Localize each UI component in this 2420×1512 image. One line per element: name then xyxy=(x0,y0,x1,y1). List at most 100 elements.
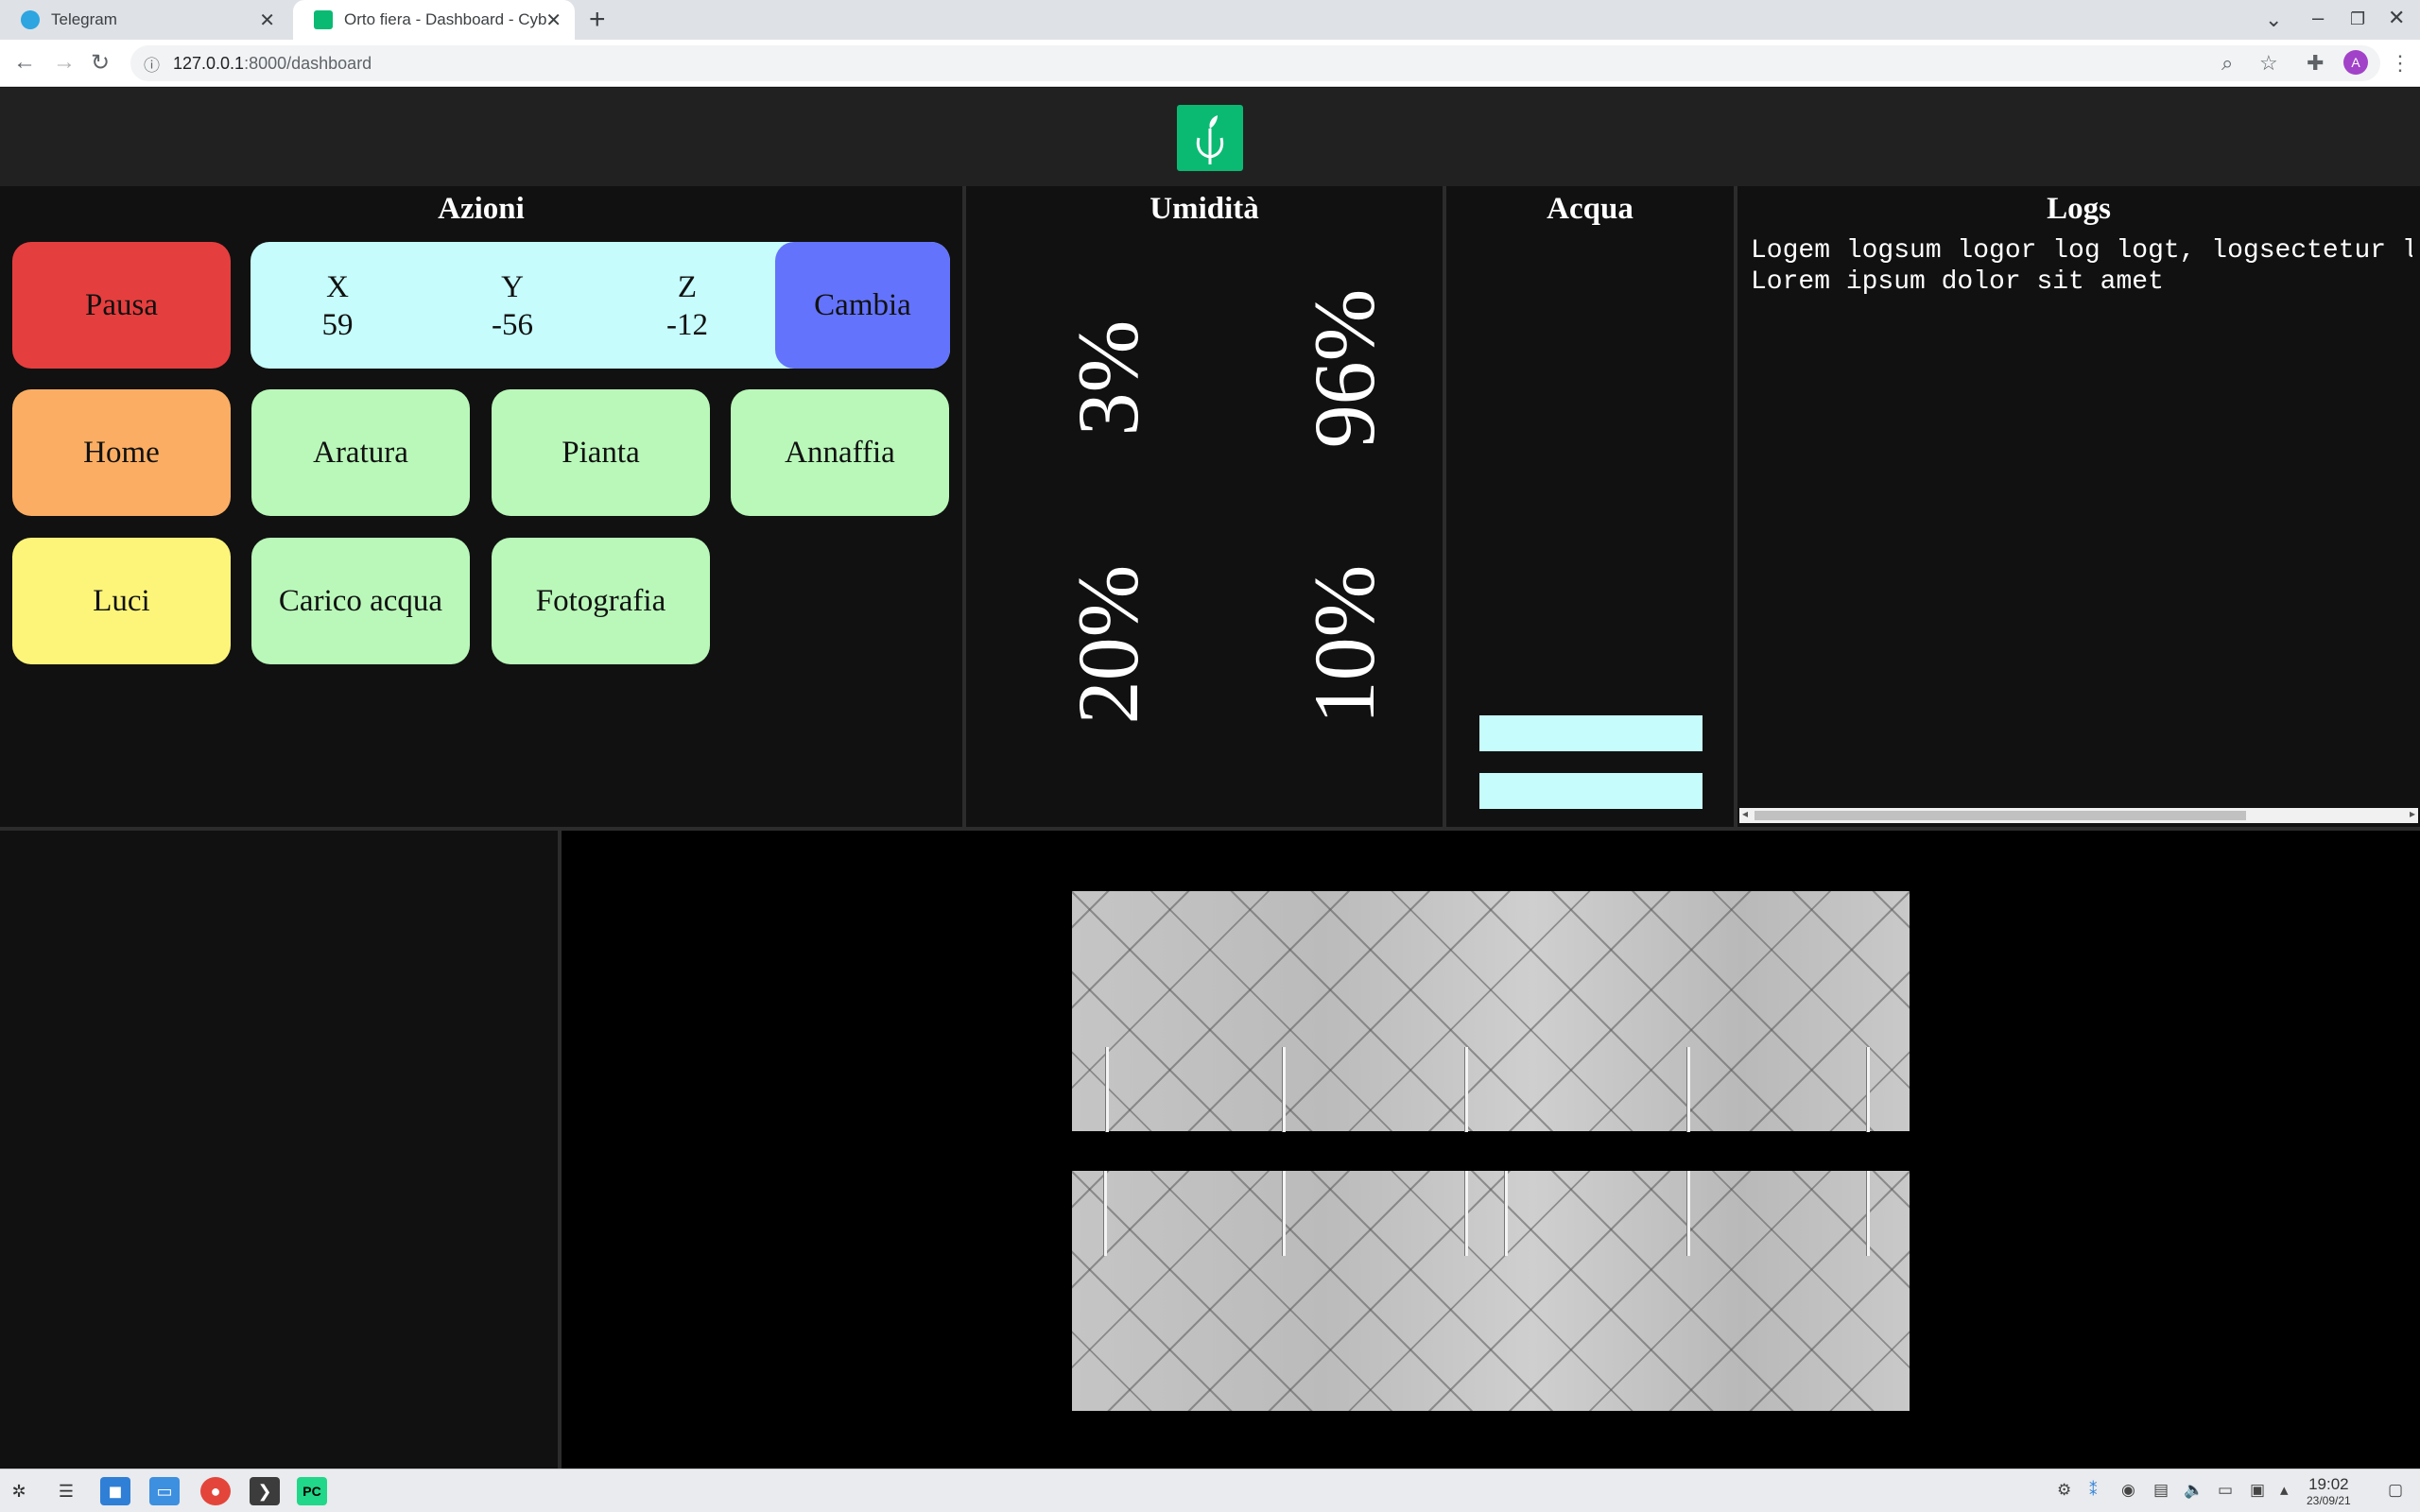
plant-stake xyxy=(1686,1047,1690,1132)
plant-stake xyxy=(1282,1047,1286,1132)
site-info-icon[interactable]: ⓘ xyxy=(144,52,160,76)
humidity-value: 10% xyxy=(1296,564,1392,725)
url-path: :8000/dashboard xyxy=(244,53,372,73)
cambia-button[interactable]: Cambia xyxy=(775,242,950,369)
minimize-icon[interactable]: – xyxy=(2312,6,2324,30)
zoom-icon[interactable]: ⌕ xyxy=(2221,51,2233,76)
close-icon[interactable]: ✕ xyxy=(259,9,275,32)
coord-z-value: -12 xyxy=(666,308,708,342)
humidity-value: 20% xyxy=(1060,564,1156,725)
plant-stake xyxy=(1464,1047,1468,1132)
telegram-icon xyxy=(21,10,40,29)
humidity-value: 3% xyxy=(1060,319,1156,437)
fotografia-button[interactable]: Fotografia xyxy=(492,538,710,664)
aratura-button[interactable]: Aratura xyxy=(251,389,470,516)
tab-telegram[interactable]: Telegram ✕ xyxy=(0,0,288,40)
coord-x: X 59 xyxy=(281,268,394,344)
acqua-title: Acqua xyxy=(1547,192,1634,226)
tab-title: Telegram xyxy=(51,10,117,28)
browser-tab-bar: Telegram ✕ Orto fiera - Dashboard - Cyb … xyxy=(0,0,2420,40)
empty-panel xyxy=(0,831,558,1469)
logs-title: Logs xyxy=(2047,192,2111,226)
security-tray-icon[interactable]: ◉ xyxy=(2121,1481,2135,1500)
pianta-button[interactable]: Pianta xyxy=(492,389,710,516)
coord-x-label: X xyxy=(326,270,349,304)
window-close-icon[interactable]: ✕ xyxy=(2388,6,2405,30)
chrome-icon[interactable]: ● xyxy=(200,1477,231,1505)
plant-stake xyxy=(1464,1171,1468,1256)
tab-title: Orto fiera - Dashboard - Cyb xyxy=(344,10,547,28)
battery-icon[interactable]: ▭ xyxy=(2218,1481,2233,1500)
coordinates-display: X 59 Y -56 Z -12 Cambia xyxy=(251,242,950,369)
terminal-icon[interactable]: ❯ xyxy=(250,1477,280,1505)
network-tray-icon[interactable]: ⚙ xyxy=(2057,1481,2071,1500)
ime-tray-icon[interactable]: ⁑ xyxy=(2089,1481,2098,1500)
scroll-left-icon[interactable]: ◂ xyxy=(1742,807,1748,820)
plant-stake xyxy=(1866,1047,1870,1132)
profile-avatar[interactable]: A xyxy=(2343,50,2368,75)
logs-content: Logem logsum logor log logt, logsectetur… xyxy=(1751,236,2412,297)
humidity-value: 96% xyxy=(1296,288,1392,449)
azioni-panel: Azioni Pausa X 59 Y -56 Z -12 Cambia Hom… xyxy=(0,186,962,827)
dashboard-page: Azioni Pausa X 59 Y -56 Z -12 Cambia Hom… xyxy=(0,88,2420,1469)
plant-stake xyxy=(1103,1171,1107,1256)
water-level-bar xyxy=(1479,773,1703,809)
coord-y-label: Y xyxy=(501,270,524,304)
home-button[interactable]: Home xyxy=(12,389,231,516)
azioni-title: Azioni xyxy=(438,192,525,226)
coord-y-value: -56 xyxy=(492,308,533,342)
scroll-right-icon[interactable]: ▸ xyxy=(2410,807,2415,820)
new-tab-button[interactable]: + xyxy=(589,4,606,36)
store-icon[interactable]: ◼ xyxy=(100,1477,130,1505)
tab-dashboard[interactable]: Orto fiera - Dashboard - Cyb ✕ xyxy=(293,0,575,40)
app-launcher-icon[interactable]: ✲ xyxy=(4,1477,34,1505)
luci-button[interactable]: Luci xyxy=(12,538,231,664)
menu-icon[interactable]: ⋮ xyxy=(2390,51,2411,76)
url-host: 127.0.0.1 xyxy=(173,53,245,73)
clock[interactable]: 19:02 23/09/21 xyxy=(2307,1475,2351,1507)
plant-stake xyxy=(1686,1171,1690,1256)
os-taskbar: ✲ ☰ ◼ ▭ ● ❯ PC ⚙ ⁑ ◉ ▤ 🔈 ▭ ▣ ▴ 19:02 23/… xyxy=(0,1469,2420,1512)
forward-icon[interactable]: → xyxy=(53,49,76,76)
plant-stake xyxy=(1105,1047,1109,1132)
scrollbar-thumb[interactable] xyxy=(1754,811,2246,820)
plant-stake xyxy=(1866,1171,1870,1256)
coord-y: Y -56 xyxy=(456,268,569,344)
pause-button[interactable]: Pausa xyxy=(12,242,231,369)
address-bar[interactable]: ⓘ 127.0.0.1:8000/dashboard xyxy=(130,45,2380,81)
task-manager-icon[interactable]: ☰ xyxy=(51,1477,81,1505)
show-desktop-icon[interactable]: ▢ xyxy=(2388,1481,2403,1500)
umidita-panel: Umidità 3% 96% 20% 10% xyxy=(966,186,1443,827)
camera-image xyxy=(1072,891,1910,1132)
pycharm-icon[interactable]: PC xyxy=(297,1477,327,1505)
logs-horizontal-scrollbar[interactable]: ◂ ▸ xyxy=(1739,807,2418,823)
restore-icon[interactable]: ❐ xyxy=(2350,9,2365,29)
plant-logo-icon[interactable] xyxy=(1177,105,1243,171)
extensions-icon[interactable]: ✚ xyxy=(2307,51,2324,76)
plant-stake xyxy=(1504,1171,1508,1256)
acqua-panel: Acqua xyxy=(1446,186,1734,827)
annaffia-button[interactable]: Annaffia xyxy=(731,389,949,516)
browser-toolbar: ← → ↻ ⓘ 127.0.0.1:8000/dashboard ⌕ ☆ ✚ ⋮ xyxy=(0,40,2420,87)
clock-time: 19:02 xyxy=(2308,1475,2349,1493)
display-icon[interactable]: ▣ xyxy=(2250,1481,2265,1500)
water-level-bar xyxy=(1479,715,1703,751)
clipboard-tray-icon[interactable]: ▤ xyxy=(2153,1481,2169,1500)
close-icon[interactable]: ✕ xyxy=(545,9,562,32)
bookmark-star-icon[interactable]: ☆ xyxy=(2259,51,2278,76)
tray-expand-icon[interactable]: ▴ xyxy=(2280,1481,2289,1500)
coord-z-label: Z xyxy=(677,270,698,304)
volume-icon[interactable]: 🔈 xyxy=(2184,1481,2204,1500)
tab-search-icon[interactable]: ⌄ xyxy=(2265,8,2282,32)
reload-icon[interactable]: ↻ xyxy=(91,49,110,77)
back-icon[interactable]: ← xyxy=(13,49,36,76)
plant-stake xyxy=(1282,1171,1286,1256)
carico-acqua-button[interactable]: Carico acqua xyxy=(251,538,470,664)
camera-view xyxy=(562,831,2420,1469)
camera-image xyxy=(1072,1171,1910,1411)
file-manager-icon[interactable]: ▭ xyxy=(149,1477,180,1505)
logs-panel: Logs Logem logsum logor log logt, logsec… xyxy=(1737,186,2420,827)
coord-z: Z -12 xyxy=(631,268,744,344)
clock-date: 23/09/21 xyxy=(2307,1494,2351,1507)
plant-icon xyxy=(314,10,333,29)
